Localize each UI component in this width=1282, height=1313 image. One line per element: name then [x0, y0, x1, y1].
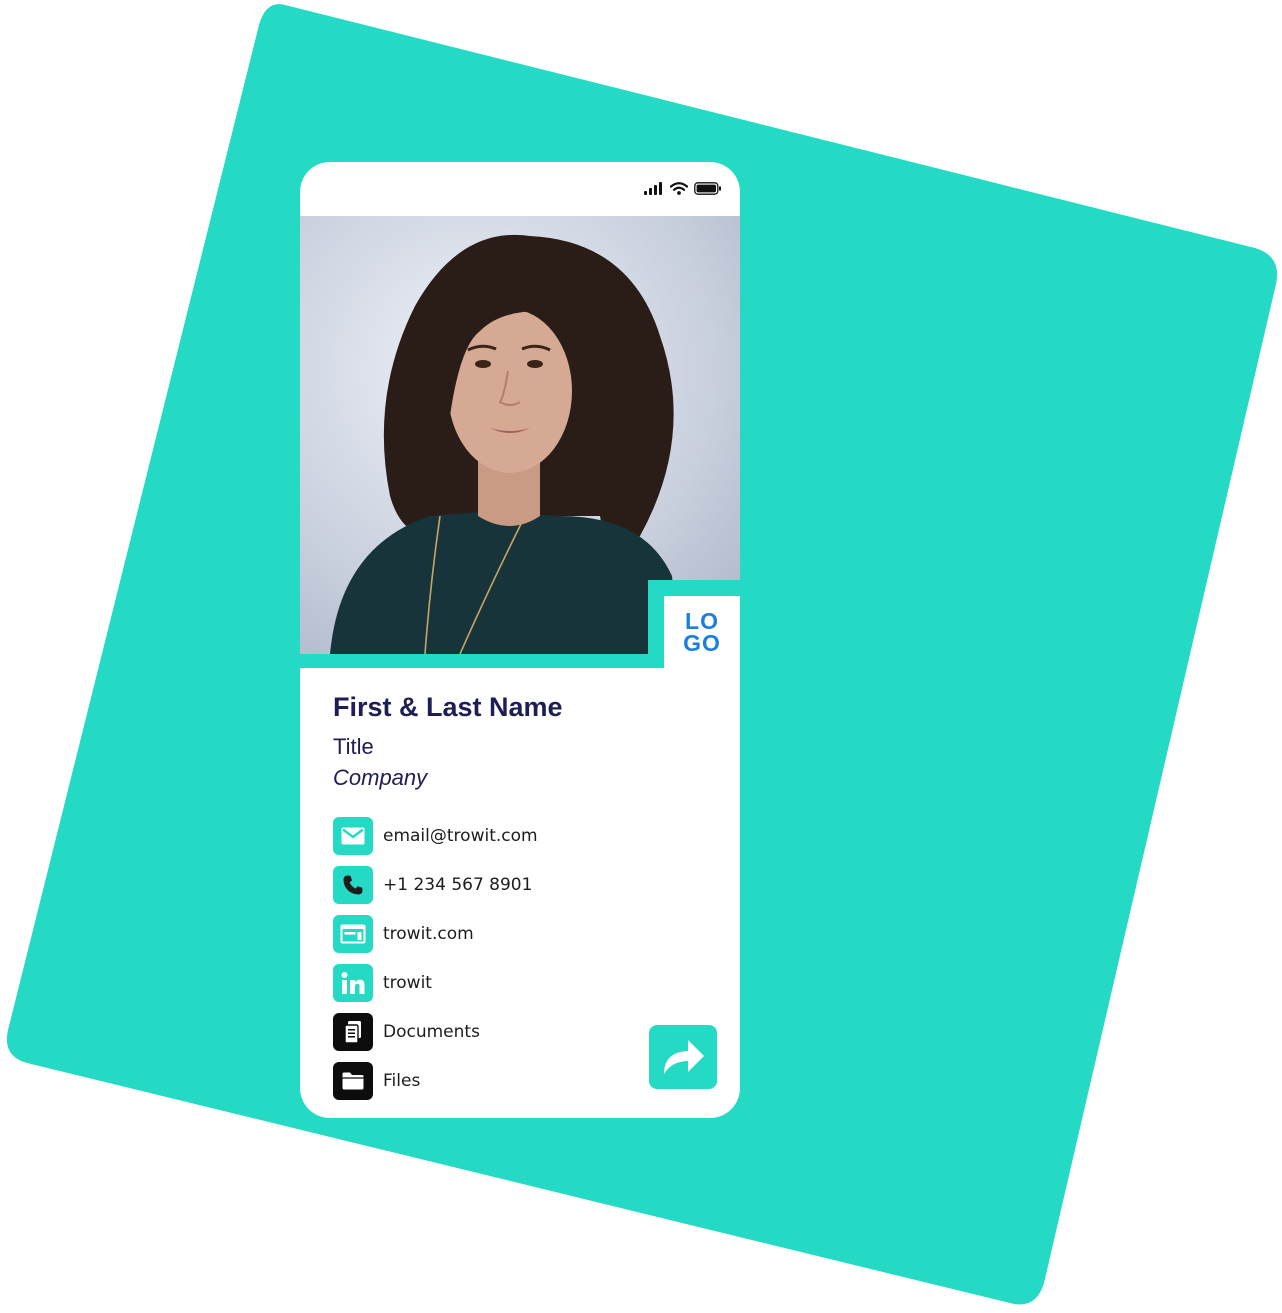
phone-icon	[333, 866, 373, 904]
profile-name: First & Last Name	[333, 692, 563, 722]
email-icon	[333, 817, 373, 855]
profile-title: Title	[333, 734, 374, 759]
documents-icon	[333, 1013, 373, 1051]
website-icon	[333, 915, 373, 953]
files-icon	[333, 1062, 373, 1100]
contact-linkedin[interactable]: trowit	[333, 963, 432, 1003]
profile-company: Company	[333, 765, 428, 790]
contact-documents[interactable]: Documents	[333, 1012, 480, 1052]
status-bar	[300, 162, 740, 216]
phone-card: LO GO First & Last Name Title Company em…	[300, 162, 740, 1118]
contact-files[interactable]: Files	[333, 1061, 420, 1101]
signal-icon	[644, 182, 662, 195]
linkedin-icon	[333, 964, 373, 1002]
contact-email[interactable]: email@trowit.com	[333, 816, 538, 856]
accent-strip	[300, 654, 662, 668]
share-button[interactable]	[649, 1025, 717, 1089]
company-logo: LO GO	[664, 596, 740, 668]
share-arrow-icon	[664, 1040, 704, 1074]
battery-icon	[694, 182, 721, 195]
contact-website[interactable]: trowit.com	[333, 914, 474, 954]
wifi-icon	[670, 182, 688, 195]
contact-phone[interactable]: +1 234 567 8901	[333, 865, 532, 905]
